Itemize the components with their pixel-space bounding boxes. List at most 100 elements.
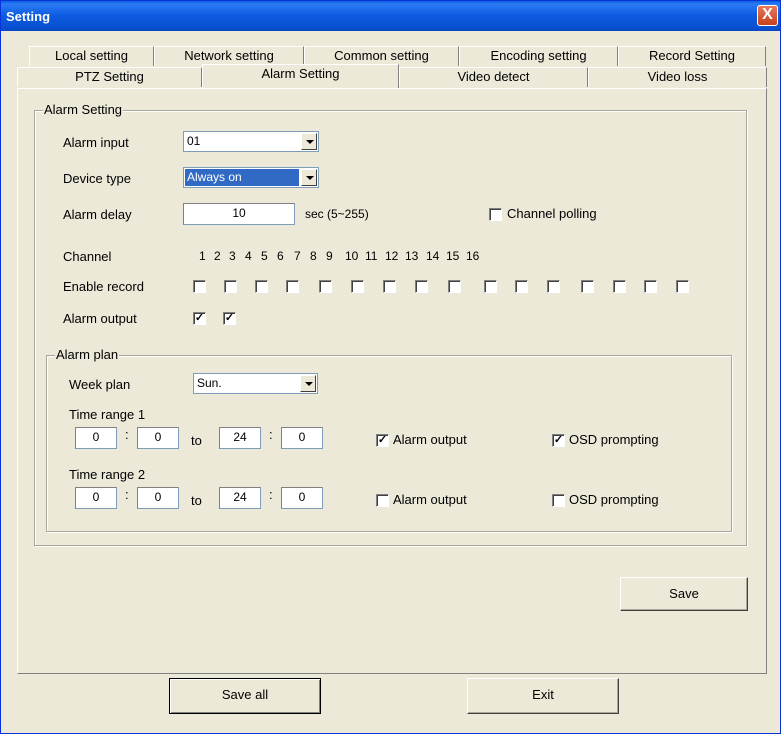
time-range-1-alarm-output-label: Alarm output (393, 432, 467, 447)
tab-label: Alarm Setting (261, 66, 340, 81)
time-range-1-alarm-output-checkbox[interactable]: ✓ (376, 434, 389, 447)
channel-number: 2 (214, 249, 221, 263)
tab-label: PTZ Setting (75, 69, 144, 84)
time-range-2-alarm-output-checkbox[interactable] (376, 494, 389, 507)
time-colon: : (269, 427, 273, 442)
tab-common-setting[interactable]: Common setting (304, 46, 459, 66)
channel-number: 3 (229, 249, 236, 263)
alarm-delay-unit: sec (5~255) (305, 207, 369, 221)
channel-polling-label: Channel polling (507, 206, 597, 221)
window-title: Setting (6, 9, 51, 24)
tab-row-2: PTZ Setting Alarm Setting Video detect V… (17, 64, 767, 88)
chevron-down-icon[interactable] (301, 169, 317, 186)
enable-record-checkboxes (35, 280, 748, 296)
device-type-value: Always on (185, 169, 299, 186)
time-range-1-end-minute[interactable]: 0 (281, 427, 323, 449)
time-range-2-start-hour[interactable]: 0 (75, 487, 117, 509)
channel-number: 11 (365, 249, 378, 263)
time-range-2-end-minute[interactable]: 0 (281, 487, 323, 509)
tab-video-detect[interactable]: Video detect (399, 67, 588, 87)
tab-video-loss[interactable]: Video loss (588, 67, 767, 87)
enable-record-checkbox[interactable] (351, 280, 364, 293)
enable-record-checkbox[interactable] (415, 280, 428, 293)
time-range-1-osd-label: OSD prompting (569, 432, 659, 447)
alarm-plan-group: Alarm plan Week plan Sun. Time range 1 0… (46, 347, 732, 532)
close-icon: X (762, 6, 773, 23)
channel-number: 10 (345, 249, 359, 263)
time-range-1-osd-checkbox[interactable]: ✓ (552, 434, 565, 447)
time-range-2-end-hour[interactable]: 24 (219, 487, 261, 509)
tab-label: Encoding setting (490, 48, 587, 63)
alarm-output-checkbox[interactable]: ✓ (193, 312, 206, 325)
to-label: to (191, 433, 202, 448)
enable-record-checkbox[interactable] (515, 280, 528, 293)
channel-number: 1 (199, 249, 206, 263)
week-plan-select[interactable]: Sun. (193, 373, 318, 394)
tab-row-1: Local setting Network setting Common set… (17, 46, 767, 66)
channel-number: 8 (310, 249, 317, 263)
enable-record-checkbox[interactable] (193, 280, 206, 293)
tab-panel: Alarm Setting Alarm input 01 Device type… (17, 88, 767, 674)
device-type-select[interactable]: Always on (183, 167, 319, 188)
tab-record-setting[interactable]: Record Setting (618, 46, 766, 66)
enable-record-checkbox[interactable] (547, 280, 560, 293)
channel-number: 14 (426, 249, 440, 263)
enable-record-checkbox[interactable] (224, 280, 237, 293)
chevron-down-icon[interactable] (301, 133, 317, 150)
alarm-input-select[interactable]: 01 (183, 131, 319, 152)
alarm-setting-legend: Alarm Setting (43, 102, 124, 117)
exit-button[interactable]: Exit (467, 678, 619, 714)
time-range-1-label: Time range 1 (69, 407, 146, 422)
enable-record-checkbox[interactable] (383, 280, 396, 293)
alarm-output-checkbox[interactable]: ✓ (223, 312, 236, 325)
tab-ptz-setting[interactable]: PTZ Setting (17, 67, 202, 87)
save-all-button[interactable]: Save all (169, 678, 321, 714)
channel-polling-checkbox[interactable] (489, 208, 502, 221)
channel-number: 13 (405, 249, 419, 263)
alarm-input-value: 01 (187, 134, 201, 148)
alarm-setting-group: Alarm Setting Alarm input 01 Device type… (34, 102, 748, 546)
tab-network-setting[interactable]: Network setting (154, 46, 304, 66)
enable-record-checkbox[interactable] (676, 280, 689, 293)
tab-label: Common setting (334, 48, 429, 63)
channel-number: 6 (277, 249, 284, 263)
tab-encoding-setting[interactable]: Encoding setting (459, 46, 618, 66)
enable-record-checkbox[interactable] (255, 280, 268, 293)
time-colon: : (125, 487, 129, 502)
time-range-2-osd-label: OSD prompting (569, 492, 659, 507)
time-range-1-end-hour[interactable]: 24 (219, 427, 261, 449)
alarm-delay-input[interactable]: 10 (183, 203, 295, 225)
channel-number: 16 (466, 249, 480, 263)
alarm-input-label: Alarm input (63, 135, 129, 150)
enable-record-checkbox[interactable] (644, 280, 657, 293)
to-label: to (191, 493, 202, 508)
save-button[interactable]: Save (620, 577, 748, 611)
channel-number: 5 (261, 249, 268, 263)
channel-numbers: 1 2 3 4 5 6 7 8 9 10 11 12 13 14 15 16 (35, 249, 748, 265)
tab-label: Video loss (647, 69, 708, 84)
time-colon: : (269, 487, 273, 502)
time-range-2-osd-checkbox[interactable] (552, 494, 565, 507)
enable-record-checkbox[interactable] (286, 280, 299, 293)
device-type-label: Device type (63, 171, 131, 186)
enable-record-checkbox[interactable] (581, 280, 594, 293)
time-range-2-start-minute[interactable]: 0 (137, 487, 179, 509)
channel-number: 15 (446, 249, 460, 263)
tab-label: Record Setting (649, 48, 735, 63)
tab-label: Local setting (55, 48, 128, 63)
enable-record-checkbox[interactable] (448, 280, 461, 293)
channel-number: 7 (294, 249, 301, 263)
tab-local-setting[interactable]: Local setting (29, 46, 154, 66)
title-bar[interactable]: Setting X (1, 1, 780, 31)
enable-record-checkbox[interactable] (484, 280, 497, 293)
tab-alarm-setting[interactable]: Alarm Setting (202, 64, 399, 88)
tab-label: Network setting (184, 48, 274, 63)
enable-record-checkbox[interactable] (319, 280, 332, 293)
chevron-down-icon[interactable] (300, 375, 316, 392)
enable-record-checkbox[interactable] (613, 280, 626, 293)
time-range-2-label: Time range 2 (69, 467, 146, 482)
time-range-1-start-minute[interactable]: 0 (137, 427, 179, 449)
channel-number: 12 (385, 249, 399, 263)
close-button[interactable]: X (757, 5, 778, 26)
time-range-1-start-hour[interactable]: 0 (75, 427, 117, 449)
